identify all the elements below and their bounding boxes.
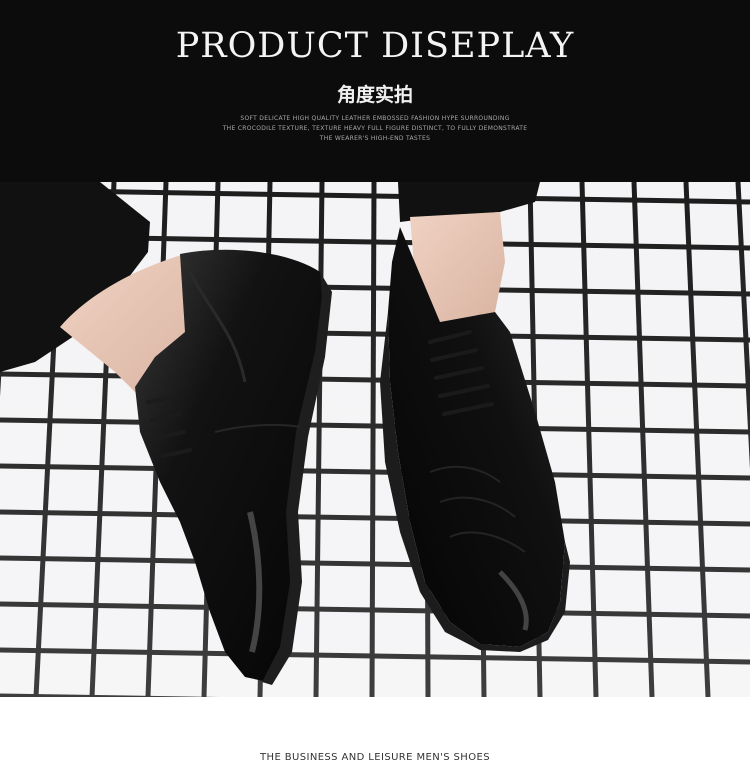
product-photo: [0, 182, 750, 697]
header-description-line: SOFT DELICATE HIGH QUALITY LEATHER EMBOS…: [240, 115, 510, 122]
header-banner: PRODUCT DISEPLAY 角度实拍 SOFT DELICATE HIGH…: [0, 0, 750, 182]
product-display-page: PRODUCT DISEPLAY 角度实拍 SOFT DELICATE HIGH…: [0, 0, 750, 779]
header-subtitle: 角度实拍: [336, 84, 413, 106]
footer-caption: THE BUSINESS AND LEISURE MEN'S SHOES: [260, 752, 490, 763]
header-title: PRODUCT DISEPLAY: [175, 26, 575, 66]
header-description-line: THE WEARER'S HIGH-END TASTES: [319, 135, 431, 142]
header-description-line: THE CROCODILE TEXTURE, TEXTURE HEAVY FUL…: [222, 125, 528, 132]
shoes-photo-illustration: [0, 182, 750, 697]
